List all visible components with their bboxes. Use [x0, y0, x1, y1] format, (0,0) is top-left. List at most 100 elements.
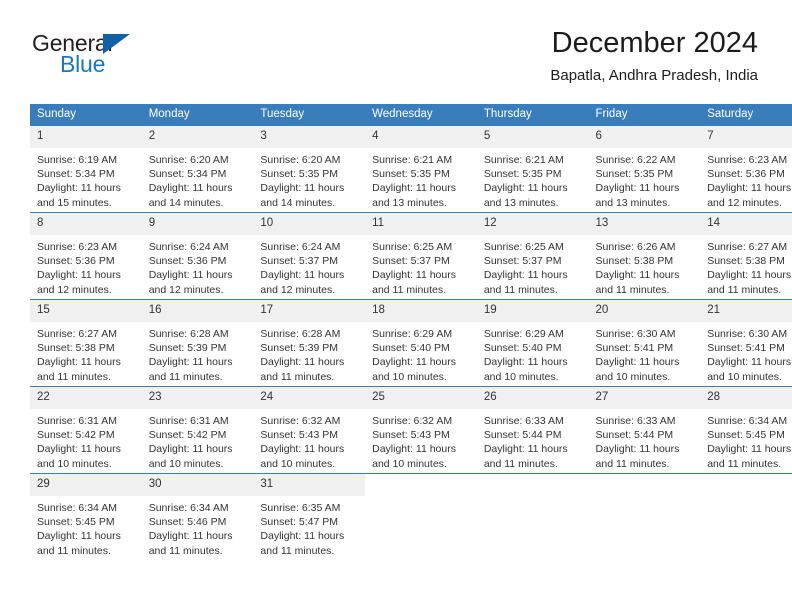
- sunset-text: Sunset: 5:42 PM: [148, 429, 227, 442]
- calendar-day-cell[interactable]: 10 Sunrise: 6:24 AM Sunset: 5:37 PM Dayligh…: [253, 212, 366, 300]
- calendar-day-cell[interactable]: 24 Sunrise: 6:32 AM Sunset: 5:43 PM Dayligh…: [253, 386, 366, 474]
- calendar-week-row: 15 Sunrise: 6:27 AM Sunset: 5:38 PM Dayligh…: [30, 299, 792, 387]
- day-number: 9: [141, 213, 254, 235]
- sunrise-text: Sunrise: 6:32 AM: [372, 415, 453, 427]
- calendar-day-cell[interactable]: 16 Sunrise: 6:28 AM Sunset: 5:39 PM Dayligh…: [141, 299, 254, 387]
- general-blue-logo[interactable]: General Blue: [32, 32, 232, 82]
- day-number: 2: [141, 126, 254, 148]
- calendar-day-cell[interactable]: 9 Sunrise: 6:24 AM Sunset: 5:36 PM Daylight…: [141, 212, 254, 300]
- calendar-day-cell-inner: 7 Sunrise: 6:23 AM Sunset: 5:36 PM Daylight…: [700, 126, 792, 212]
- calendar-day-cell[interactable]: 6 Sunrise: 6:22 AM Sunset: 5:35 PM Daylight…: [588, 126, 701, 213]
- calendar-day-cell[interactable]: 5 Sunrise: 6:21 AM Sunset: 5:35 PM Daylight…: [476, 126, 589, 213]
- calendar-day-cell[interactable]: 25 Sunrise: 6:32 AM Sunset: 5:43 PM Dayligh…: [365, 386, 477, 474]
- day-number: 16: [141, 300, 254, 322]
- sunrise-text: Sunrise: 6:24 AM: [148, 241, 229, 253]
- day-number: 30: [141, 474, 254, 496]
- calendar-day-cell[interactable]: 28 Sunrise: 6:34 AM Sunset: 5:45 PM Dayligh…: [700, 386, 792, 474]
- daylight-text-line1: Daylight: 11 hours: [595, 443, 680, 456]
- day-details: Sunrise: 6:19 AM Sunset: 5:34 PM Daylight:…: [30, 148, 142, 210]
- sunset-text: Sunset: 5:44 PM: [483, 429, 562, 442]
- day-number: 19: [476, 300, 589, 322]
- calendar-day-cell[interactable]: 3 Sunrise: 6:20 AM Sunset: 5:35 PM Daylight…: [253, 126, 366, 213]
- daylight-text-line2: and 10 minutes.: [595, 370, 671, 383]
- daylight-text-line1: Daylight: 11 hours: [595, 356, 680, 369]
- calendar-day-cell[interactable]: 11 Sunrise: 6:25 AM Sunset: 5:37 PM Dayligh…: [365, 212, 477, 300]
- calendar-day-cell-inner: 12 Sunrise: 6:25 AM Sunset: 5:37 PM Dayligh…: [476, 213, 589, 299]
- calendar-day-cell[interactable]: 26 Sunrise: 6:33 AM Sunset: 5:44 PM Dayligh…: [476, 386, 589, 474]
- daylight-text-line2: and 11 minutes.: [37, 370, 111, 383]
- day-number: 15: [30, 300, 142, 322]
- day-number: 20: [588, 300, 701, 322]
- calendar-day-cell-inner: 16 Sunrise: 6:28 AM Sunset: 5:39 PM Dayligh…: [141, 300, 254, 386]
- sunset-text: Sunset: 5:41 PM: [595, 342, 674, 355]
- calendar-day-cell[interactable]: 4 Sunrise: 6:21 AM Sunset: 5:35 PM Daylight…: [365, 126, 477, 213]
- logo-triangle-icon: [103, 34, 130, 54]
- daylight-text-line1: Daylight: 11 hours: [37, 356, 121, 369]
- calendar-day-cell[interactable]: 18 Sunrise: 6:29 AM Sunset: 5:40 PM Dayligh…: [365, 299, 477, 387]
- day-number: 22: [30, 387, 142, 409]
- day-number: 25: [365, 387, 477, 409]
- day-number: 3: [253, 126, 366, 148]
- day-details: Sunrise: 6:22 AM Sunset: 5:35 PM Daylight:…: [589, 148, 701, 210]
- daylight-text-line2: and 11 minutes.: [37, 544, 111, 557]
- sunrise-text: Sunrise: 6:21 AM: [372, 154, 453, 166]
- calendar-day-cell[interactable]: 22 Sunrise: 6:31 AM Sunset: 5:42 PM Dayligh…: [30, 386, 142, 474]
- sunrise-text: Sunrise: 6:30 AM: [595, 328, 676, 340]
- calendar-day-cell[interactable]: 29 Sunrise: 6:34 AM Sunset: 5:45 PM Dayligh…: [30, 473, 142, 560]
- calendar-day-cell[interactable]: 1 Sunrise: 6:19 AM Sunset: 5:34 PM Daylight…: [30, 126, 142, 213]
- sunrise-text: Sunrise: 6:34 AM: [707, 415, 788, 427]
- calendar-day-cell[interactable]: 20 Sunrise: 6:30 AM Sunset: 5:41 PM Dayligh…: [588, 299, 701, 387]
- calendar-day-cell[interactable]: 31 Sunrise: 6:35 AM Sunset: 5:47 PM Dayligh…: [253, 473, 366, 560]
- calendar-day-cell[interactable]: 27 Sunrise: 6:33 AM Sunset: 5:44 PM Dayligh…: [588, 386, 701, 474]
- sunrise-text: Sunrise: 6:30 AM: [707, 328, 788, 340]
- calendar-day-cell-inner: 26 Sunrise: 6:33 AM Sunset: 5:44 PM Dayligh…: [476, 387, 589, 473]
- daylight-text-line1: Daylight: 11 hours: [372, 269, 456, 282]
- sunrise-text: Sunrise: 6:31 AM: [37, 415, 117, 427]
- daylight-text-line2: and 13 minutes.: [483, 196, 559, 209]
- calendar-grid: Sunday Monday Tuesday Wednesday Thursday…: [30, 104, 792, 560]
- daylight-text-line1: Daylight: 11 hours: [37, 530, 121, 543]
- calendar-day-cell[interactable]: 8 Sunrise: 6:23 AM Sunset: 5:36 PM Daylight…: [30, 212, 142, 300]
- day-details: Sunrise: 6:24 AM Sunset: 5:36 PM Daylight:…: [142, 235, 254, 297]
- calendar-day-cell[interactable]: 21 Sunrise: 6:30 AM Sunset: 5:41 PM Dayligh…: [700, 299, 792, 387]
- day-number: 4: [365, 126, 477, 148]
- sunrise-text: Sunrise: 6:19 AM: [37, 154, 117, 166]
- sunset-text: Sunset: 5:45 PM: [707, 429, 785, 442]
- weekday-header-thursday: Thursday: [476, 104, 589, 126]
- calendar-day-cell-inner: [477, 474, 589, 560]
- sunrise-text: Sunrise: 6:34 AM: [37, 502, 117, 514]
- day-number: 29: [30, 474, 142, 496]
- sunrise-text: Sunrise: 6:20 AM: [260, 154, 341, 166]
- day-number: 17: [253, 300, 366, 322]
- calendar-day-cell[interactable]: 7 Sunrise: 6:23 AM Sunset: 5:36 PM Daylight…: [700, 126, 792, 213]
- day-number: 31: [253, 474, 366, 496]
- day-number: 23: [141, 387, 254, 409]
- sunrise-text: Sunrise: 6:23 AM: [707, 154, 788, 166]
- sunset-text: Sunset: 5:35 PM: [372, 168, 450, 181]
- calendar-day-cell-inner: 13 Sunrise: 6:26 AM Sunset: 5:38 PM Dayligh…: [588, 213, 701, 299]
- calendar-week-row: 8 Sunrise: 6:23 AM Sunset: 5:36 PM Daylight…: [30, 212, 792, 300]
- daylight-text-line2: and 11 minutes.: [707, 457, 782, 470]
- calendar-day-cell[interactable]: 15 Sunrise: 6:27 AM Sunset: 5:38 PM Dayligh…: [30, 299, 142, 387]
- day-number: 21: [700, 300, 792, 322]
- sunset-text: Sunset: 5:34 PM: [148, 168, 227, 181]
- calendar-day-cell[interactable]: 13 Sunrise: 6:26 AM Sunset: 5:38 PM Dayligh…: [588, 212, 701, 300]
- calendar-day-cell[interactable]: 14 Sunrise: 6:27 AM Sunset: 5:38 PM Dayligh…: [700, 212, 792, 300]
- sunset-text: Sunset: 5:37 PM: [483, 255, 562, 268]
- day-details: Sunrise: 6:27 AM Sunset: 5:38 PM Daylight:…: [30, 322, 142, 384]
- calendar-day-cell[interactable]: 30 Sunrise: 6:34 AM Sunset: 5:46 PM Dayligh…: [141, 473, 254, 560]
- sunset-text: Sunset: 5:38 PM: [37, 342, 115, 355]
- day-details: Sunrise: 6:20 AM Sunset: 5:34 PM Daylight:…: [142, 148, 254, 210]
- calendar-day-cell-inner: 19 Sunrise: 6:29 AM Sunset: 5:40 PM Dayligh…: [476, 300, 589, 386]
- calendar-day-cell[interactable]: 17 Sunrise: 6:28 AM Sunset: 5:39 PM Dayligh…: [253, 299, 366, 387]
- day-number: 12: [476, 213, 589, 235]
- day-number: [365, 474, 477, 483]
- calendar-day-cell[interactable]: 19 Sunrise: 6:29 AM Sunset: 5:40 PM Dayligh…: [476, 299, 589, 387]
- daylight-text-line1: Daylight: 11 hours: [372, 443, 456, 456]
- calendar-week-row: 22 Sunrise: 6:31 AM Sunset: 5:42 PM Dayligh…: [30, 386, 792, 474]
- calendar-day-cell[interactable]: 12 Sunrise: 6:25 AM Sunset: 5:37 PM Dayligh…: [476, 212, 589, 300]
- day-details: Sunrise: 6:34 AM Sunset: 5:45 PM Daylight:…: [700, 409, 792, 471]
- calendar-day-cell[interactable]: 2 Sunrise: 6:20 AM Sunset: 5:34 PM Daylight…: [141, 126, 254, 213]
- daylight-text-line1: Daylight: 11 hours: [260, 530, 345, 543]
- calendar-day-cell[interactable]: 23 Sunrise: 6:31 AM Sunset: 5:42 PM Dayligh…: [141, 386, 254, 474]
